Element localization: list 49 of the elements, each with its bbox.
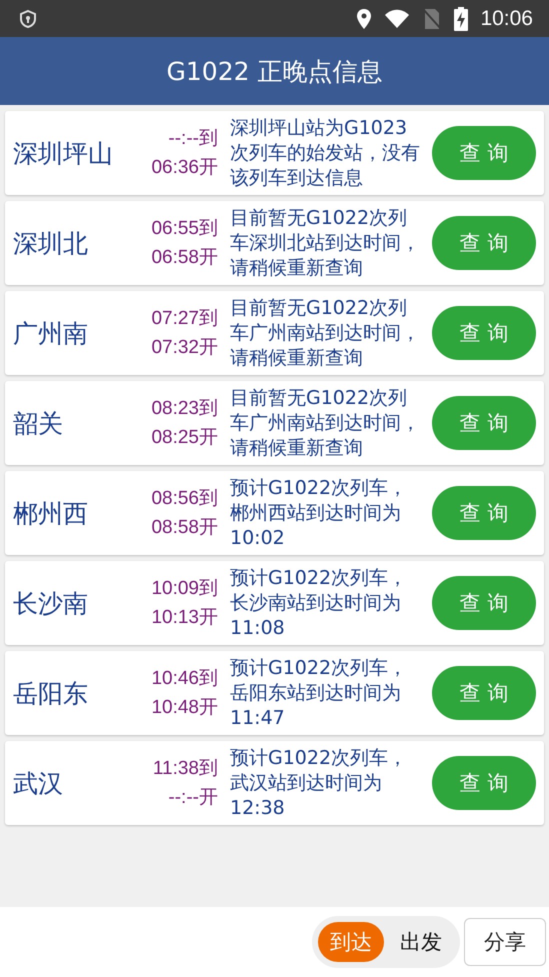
query-button[interactable]: 查 询 [432, 306, 536, 360]
wifi-icon [384, 8, 410, 28]
arrival-message: 预计G1022次列车，长沙南站到达时间为11:08 [230, 566, 408, 640]
departure-time: --:--开 [168, 786, 218, 810]
arrival-time: 07:27到 [151, 307, 218, 331]
page-title: G1022 正晚点信息 [166, 56, 382, 88]
departure-time: 08:58开 [151, 516, 218, 540]
arrival-time: 10:46到 [151, 667, 218, 691]
query-button[interactable]: 查 询 [432, 396, 536, 450]
query-button[interactable]: 查 询 [432, 756, 536, 810]
arrival-message: 目前暂无G1022次列车广州南站到达时间，请稍候重新查询 [230, 386, 421, 460]
query-button[interactable]: 查 询 [432, 216, 536, 270]
query-button[interactable]: 查 询 [432, 666, 536, 720]
station-name: 广州南 [13, 318, 88, 350]
arrival-message: 目前暂无G1022次列车广州南站到达时间，请稍候重新查询 [230, 296, 421, 370]
departure-time: 10:48开 [151, 696, 218, 720]
station-name: 岳阳东 [13, 678, 88, 710]
arrival-time: 10:09到 [151, 577, 218, 601]
mode-option[interactable]: 到达 [318, 922, 384, 962]
share-button[interactable]: 分享 [464, 918, 546, 966]
arrival-message: 深圳坪山站为G1023次列车的始发站，没有该列车到达信息 [230, 116, 421, 190]
arrival-message: 预计G1022次列车，武汉站到达时间为12:38 [230, 746, 408, 820]
battery-charging-icon [454, 6, 468, 30]
departure-time: 10:13开 [151, 606, 218, 630]
station-name: 深圳北 [13, 228, 88, 260]
arrival-message: 预计G1022次列车，岳阳东站到达时间为11:47 [230, 656, 408, 730]
arrival-time: 11:38到 [152, 757, 218, 781]
station-name: 韶关 [13, 408, 63, 440]
arrival-time: --:--到 [168, 127, 218, 151]
departure-time: 07:32开 [151, 336, 218, 360]
station-name: 武汉 [13, 768, 63, 800]
shield-icon [18, 8, 38, 28]
mode-option[interactable]: 出发 [388, 922, 454, 962]
departure-time: 06:58开 [151, 246, 218, 270]
arrival-message: 预计G1022次列车，郴州西站到达时间为10:02 [230, 476, 408, 550]
arrival-time: 08:23到 [151, 397, 218, 421]
arrival-message: 目前暂无G1022次列车深圳北站到达时间，请稍候重新查询 [230, 206, 421, 280]
status-time: 10:06 [480, 6, 533, 30]
arrival-time: 06:55到 [151, 217, 218, 241]
arrival-time: 08:56到 [151, 487, 218, 511]
station-name: 深圳坪山 [13, 138, 113, 170]
station-name: 郴州西 [13, 498, 88, 530]
station-name: 长沙南 [13, 588, 88, 620]
query-button[interactable]: 查 询 [432, 576, 536, 630]
query-button[interactable]: 查 询 [432, 126, 536, 180]
departure-time: 08:25开 [151, 426, 218, 450]
departure-time: 06:36开 [151, 156, 218, 180]
query-button[interactable]: 查 询 [432, 486, 536, 540]
location-icon [356, 8, 372, 30]
